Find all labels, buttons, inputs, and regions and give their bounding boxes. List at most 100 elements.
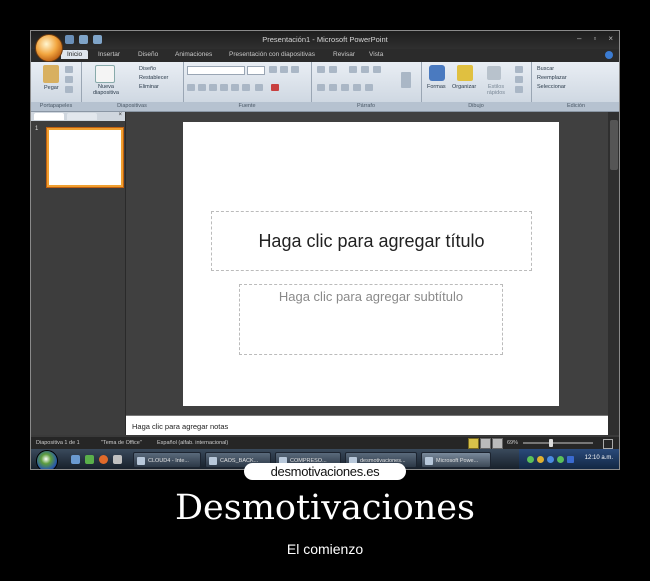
shapes-icon[interactable] [429, 65, 445, 81]
grow-font-icon[interactable] [269, 66, 277, 73]
replace-button[interactable]: Reemplazar [537, 75, 567, 81]
close-button[interactable]: × [608, 34, 613, 43]
start-button[interactable] [36, 450, 58, 469]
align-left-icon[interactable] [317, 84, 325, 91]
quicklaunch-icon[interactable] [85, 455, 94, 464]
slide-editing-area: Haga clic para agregar título Haga clic … [126, 112, 608, 415]
group-label: Edición [531, 102, 619, 111]
volume-icon[interactable] [567, 456, 574, 463]
columns-icon[interactable] [365, 84, 373, 91]
tab-slides[interactable] [34, 113, 64, 120]
show-desktop-icon[interactable] [71, 455, 80, 464]
fit-to-window-icon[interactable] [603, 439, 613, 449]
find-button[interactable]: Buscar [537, 66, 554, 72]
sorter-view-icon[interactable] [480, 438, 491, 449]
cut-icon[interactable] [65, 66, 73, 73]
slideshow-view-icon[interactable] [492, 438, 503, 449]
copy-icon[interactable] [65, 76, 73, 83]
theme-name[interactable]: "Tema de Office" [101, 440, 142, 446]
subtitle-placeholder[interactable]: Haga clic para agregar subtítulo [239, 284, 503, 355]
bold-icon[interactable] [187, 84, 195, 91]
underline-icon[interactable] [209, 84, 217, 91]
group-portapapeles: Pegar Portapapeles [31, 62, 82, 111]
quicklaunch-more-icon[interactable] [113, 455, 122, 464]
window-title: Presentación1 - Microsoft PowerPoint [262, 35, 388, 44]
bullets-icon[interactable] [317, 66, 325, 73]
zoom-slider-knob[interactable] [549, 439, 553, 447]
zoom-level[interactable]: 69% [507, 440, 518, 446]
tray-icon[interactable] [547, 456, 554, 463]
notes-pane[interactable]: Haga clic para agregar notas [126, 415, 608, 435]
group-label: Dibujo [421, 102, 531, 111]
delete-slide-button[interactable]: Eliminar [139, 84, 159, 90]
ribbon: Pegar Portapapeles Nueva diapositiva Dis… [31, 62, 619, 112]
clear-format-icon[interactable] [291, 66, 299, 73]
title-placeholder[interactable]: Haga clic para agregar título [211, 211, 532, 271]
tab-inicio[interactable]: Inicio [61, 50, 89, 59]
group-dibujo: Formas Organizar Estilos rápidos Dibujo [421, 62, 532, 111]
tab-outline[interactable] [67, 113, 97, 120]
format-painter-icon[interactable] [65, 86, 73, 93]
arrange-icon[interactable] [457, 65, 473, 81]
shape-outline-icon[interactable] [515, 76, 523, 83]
paste-icon[interactable] [43, 65, 59, 83]
decrease-indent-icon[interactable] [349, 66, 357, 73]
font-name-field[interactable] [187, 66, 245, 75]
poster-subtitle: El comienzo [286, 541, 364, 557]
shadow-icon[interactable] [231, 84, 239, 91]
vertical-scrollbar[interactable] [608, 112, 619, 435]
taskbar-clock[interactable]: 12:10 a.m. [585, 455, 613, 461]
strikethrough-icon[interactable] [220, 84, 228, 91]
tab-animaciones[interactable]: Animaciones [175, 51, 212, 58]
quick-styles-icon[interactable] [487, 66, 501, 80]
slide-thumbnail[interactable] [47, 128, 123, 187]
group-label: Fuente [183, 102, 311, 111]
close-pane-icon[interactable]: × [118, 112, 122, 118]
tab-presentacion[interactable]: Presentación con diapositivas [229, 51, 315, 58]
browser-icon[interactable] [99, 455, 108, 464]
tab-diseno[interactable]: Diseño [138, 51, 158, 58]
font-size-field[interactable] [247, 66, 265, 75]
shape-effects-icon[interactable] [515, 86, 523, 93]
network-icon[interactable] [527, 456, 534, 463]
tray-icon[interactable] [537, 456, 544, 463]
select-button[interactable]: Seleccionar [537, 84, 566, 90]
reset-button[interactable]: Restablecer [139, 75, 168, 81]
tab-insertar[interactable]: Insertar [98, 51, 120, 58]
maximize-button[interactable]: ▫ [593, 34, 596, 43]
layout-button[interactable]: Diseño [139, 66, 156, 72]
window-controls: – ▫ × [577, 34, 613, 43]
align-center-icon[interactable] [329, 84, 337, 91]
italic-icon[interactable] [198, 84, 206, 91]
zoom-slider[interactable] [523, 442, 593, 444]
numbering-icon[interactable] [329, 66, 337, 73]
new-slide-icon[interactable] [95, 65, 115, 83]
taskbar-button-active[interactable]: Microsoft Powe... [421, 452, 491, 468]
justify-icon[interactable] [353, 84, 361, 91]
align-right-icon[interactable] [341, 84, 349, 91]
quick-styles-button[interactable]: Estilos rápidos [483, 84, 509, 96]
shrink-font-icon[interactable] [280, 66, 288, 73]
tray-icon[interactable] [557, 456, 564, 463]
shapes-button[interactable]: Formas [427, 84, 446, 90]
minimize-button[interactable]: – [577, 34, 581, 43]
arrange-button[interactable]: Organizar [452, 84, 476, 90]
new-slide-button[interactable]: Nueva diapositiva [86, 84, 126, 96]
increase-indent-icon[interactable] [361, 66, 369, 73]
slide-canvas[interactable]: Haga clic para agregar título Haga clic … [183, 122, 559, 406]
change-case-icon[interactable] [255, 84, 263, 91]
spacing-icon[interactable] [242, 84, 250, 91]
help-icon[interactable] [605, 51, 613, 59]
paste-button[interactable]: Pegar [44, 85, 59, 91]
tab-revisar[interactable]: Revisar [333, 51, 355, 58]
line-spacing-icon[interactable] [373, 66, 381, 73]
scrollbar-thumb[interactable] [610, 120, 618, 170]
normal-view-icon[interactable] [468, 438, 479, 449]
text-direction-icon[interactable] [401, 72, 411, 88]
font-color-icon[interactable] [271, 84, 279, 91]
office-button[interactable] [35, 34, 63, 62]
language-status[interactable]: Español (alfab. internacional) [157, 440, 228, 446]
taskbar-button[interactable]: CLOUD4 - Inte... [133, 452, 201, 468]
tab-vista[interactable]: Vista [369, 51, 383, 58]
shape-fill-icon[interactable] [515, 66, 523, 73]
